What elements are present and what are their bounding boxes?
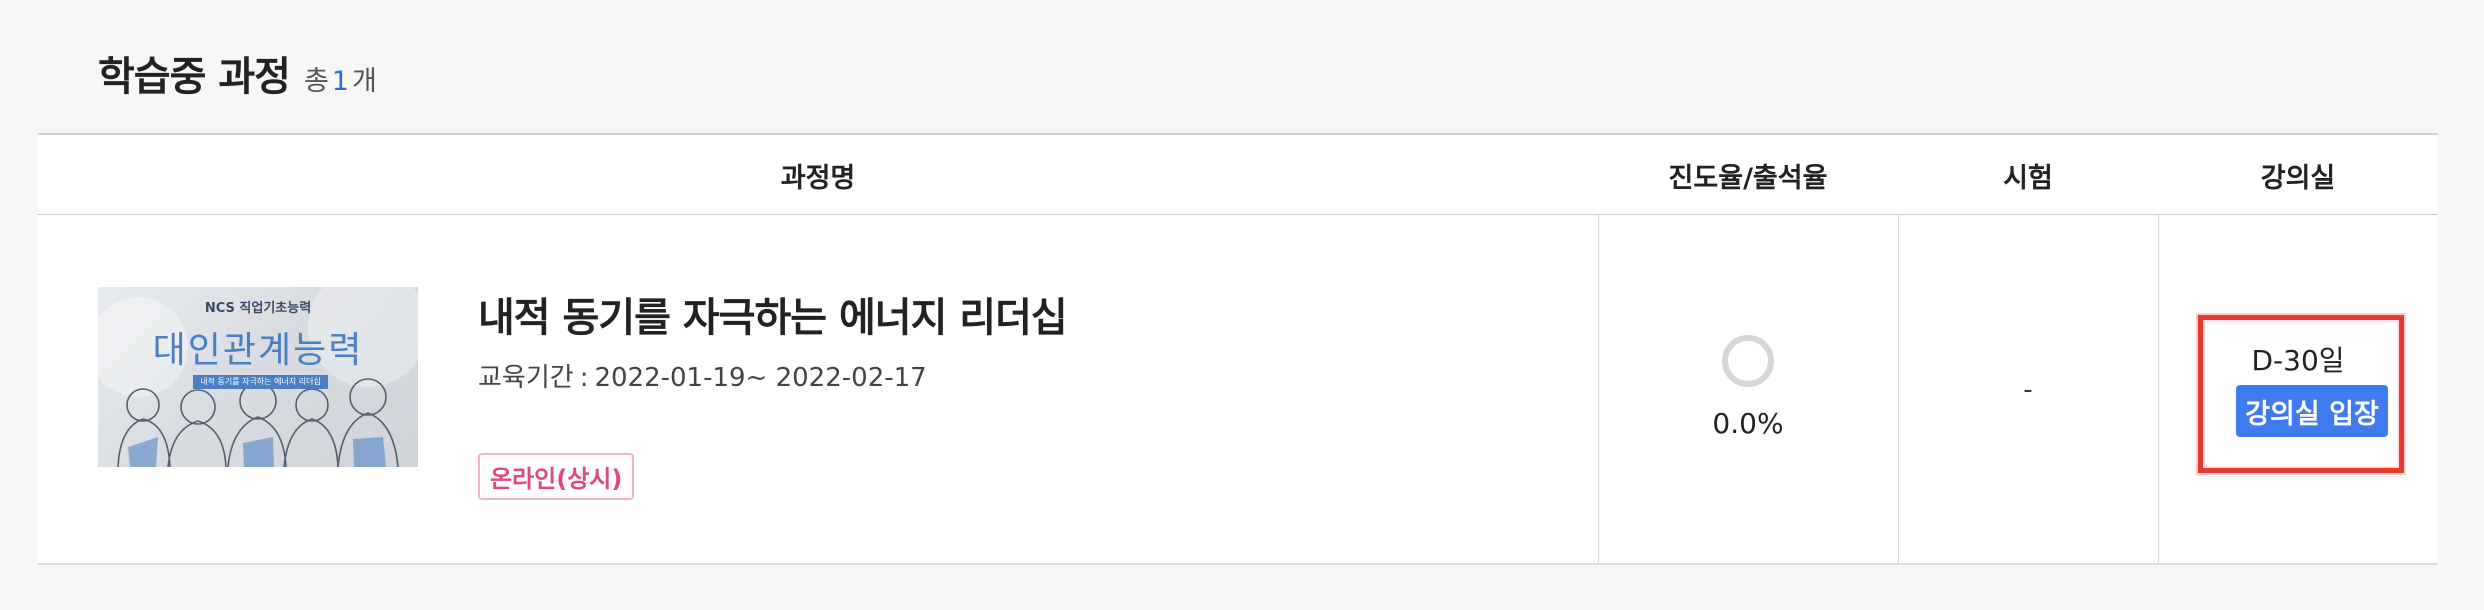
- d-day-label: D-30일: [2251, 344, 2345, 377]
- course-thumbnail[interactable]: NCS 직업기초능력 대인관계능력 내적 동기를 자극하는 에너지 리더십: [98, 287, 418, 467]
- progress-rate: 0.0%: [1712, 407, 1784, 440]
- table-row: NCS 직업기초능력 대인관계능력 내적 동기를 자극하는 에너지 리더십 내적…: [38, 215, 2438, 565]
- count-prefix: 총: [303, 66, 329, 97]
- progress-ring: [1722, 335, 1774, 387]
- page-header: 학습중 과정 총1개: [98, 44, 377, 102]
- column-header-exam: 시험: [2003, 162, 2053, 194]
- online-badge: 온라인(상시): [478, 453, 635, 500]
- period-separator: :: [579, 363, 589, 393]
- page-title: 학습중 과정: [98, 54, 291, 100]
- course-table: 과정명 진도율/출석율 시험 강의실 NCS 직업기초능력 대인관계능력 내적 …: [38, 133, 2438, 565]
- progress-cell: 0.0%: [1598, 215, 1898, 565]
- course-count: 총1개: [304, 59, 377, 98]
- thumbnail-main-text: 대인관계능력: [152, 330, 364, 371]
- course-title-link[interactable]: 내적 동기를 자극하는 에너지 리더십: [478, 285, 1068, 343]
- count-number: 1: [331, 66, 349, 97]
- exam-cell: -: [2023, 375, 2033, 405]
- table-header: 과정명 진도율/출석율 시험 강의실: [38, 135, 2438, 215]
- classroom-cell: D-30일 강의실 입장: [2158, 215, 2438, 565]
- column-header-progress: 진도율/출석율: [1668, 162, 1828, 194]
- thumbnail-caption: 내적 동기를 자극하는 에너지 리더십: [193, 375, 328, 389]
- enter-classroom-button[interactable]: 강의실 입장: [2236, 385, 2388, 437]
- period-label: 교육기간: [478, 363, 574, 393]
- course-period: 교육기간:2022-01-19~ 2022-02-17: [478, 357, 927, 394]
- period-value: 2022-01-19~ 2022-02-17: [594, 363, 927, 393]
- thumbnail-subtitle: NCS 직업기초능력: [204, 301, 312, 316]
- column-header-course: 과정명: [780, 162, 856, 194]
- column-header-room: 강의실: [2260, 162, 2336, 194]
- count-suffix: 개: [351, 66, 377, 97]
